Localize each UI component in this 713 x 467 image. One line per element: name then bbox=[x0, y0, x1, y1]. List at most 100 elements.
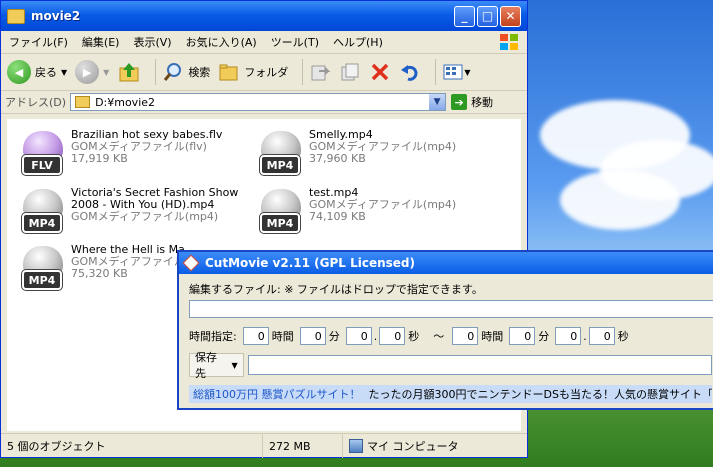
delete-icon bbox=[372, 63, 389, 81]
go-button[interactable]: ➔ 移動 bbox=[451, 94, 493, 110]
time-row: 時間指定: 0 時間 0 分 0 . 0 秒 〜 0 時間 0 分 0 . 0 … bbox=[189, 327, 712, 345]
back-arrow-icon: ◀ bbox=[7, 60, 31, 84]
go-arrow-icon: ➔ bbox=[451, 94, 468, 110]
status-location: マイ コンピュータ bbox=[343, 434, 523, 458]
address-dropdown-icon[interactable]: ▼ bbox=[429, 94, 446, 110]
go-label: 移動 bbox=[471, 96, 494, 109]
menu-bar: ファイル(F) 編集(E) 表示(V) お気に入り(A) ツール(T) ヘルプ(… bbox=[1, 31, 527, 54]
unit-min: 分 bbox=[328, 330, 340, 343]
back-button[interactable]: ◀ 戻る ▼ bbox=[7, 60, 67, 84]
save-dropdown-icon: ▼ bbox=[231, 360, 238, 370]
menu-edit[interactable]: 編集(E) bbox=[82, 34, 120, 50]
start-hour-input[interactable]: 0 bbox=[242, 327, 269, 345]
undo-icon bbox=[401, 65, 418, 81]
folders-label: フォルダ bbox=[244, 66, 289, 79]
file-type: GOMメディアファイル(mp4) bbox=[71, 210, 219, 223]
end-sec-input[interactable]: 0 bbox=[555, 327, 582, 345]
views-dropdown-icon[interactable]: ▼ bbox=[464, 68, 470, 77]
unit-min: 分 bbox=[538, 330, 550, 343]
file-item[interactable]: FLV Brazilian hot sexy babes.flv GOMメディア… bbox=[19, 129, 222, 177]
ad-banner-link[interactable]: 総額100万円 懸賞パズルサイト！ bbox=[193, 386, 361, 402]
move-to-button[interactable] bbox=[309, 61, 331, 83]
save-destination-button[interactable]: 保存先 ▼ bbox=[189, 351, 244, 380]
forward-arrow-icon: ▶ bbox=[75, 60, 100, 84]
folder-icon bbox=[7, 8, 25, 24]
menu-help[interactable]: ヘルプ(H) bbox=[333, 34, 383, 50]
address-bar: アドレス(D) D:¥movie2 ▼ ➔ 移動 bbox=[1, 91, 527, 114]
delete-button[interactable] bbox=[369, 61, 391, 83]
maximize-button[interactable]: □ bbox=[477, 5, 498, 27]
forward-dropdown-icon[interactable]: ▼ bbox=[103, 68, 109, 77]
minimize-button[interactable]: _ bbox=[454, 5, 475, 27]
range-separator: 〜 bbox=[433, 330, 445, 343]
forward-button[interactable]: ▶ ▼ bbox=[75, 60, 109, 84]
close-button[interactable]: ✕ bbox=[500, 5, 521, 27]
toolbar: ◀ 戻る ▼ ▶ ▼ 検索 フォルダ ▼ bbox=[1, 54, 527, 91]
up-folder-icon bbox=[119, 63, 139, 82]
my-computer-icon bbox=[349, 439, 363, 453]
unit-sec: 秒 bbox=[408, 330, 420, 343]
file-item[interactable]: MP4 test.mp4 GOMメディアファイル(mp4) 74,109 KB bbox=[257, 187, 456, 235]
address-value: D:¥movie2 bbox=[95, 95, 156, 109]
file-item[interactable]: MP4 Victoria's Secret Fashion Show 2008 … bbox=[19, 187, 238, 235]
windows-logo-icon bbox=[500, 34, 518, 50]
views-icon bbox=[443, 64, 463, 80]
address-label: アドレス(D) bbox=[5, 96, 67, 109]
gom-mp4-file-icon: MP4 bbox=[19, 244, 67, 292]
cutmovie-window: CutMovie v2.11 (GPL Licensed) 編集するファイル: … bbox=[177, 250, 713, 410]
copy-to-button[interactable] bbox=[339, 61, 361, 83]
gom-mp4-file-icon: MP4 bbox=[19, 187, 67, 235]
save-label: 保存先 bbox=[195, 351, 217, 380]
address-input[interactable]: D:¥movie2 ▼ bbox=[70, 93, 447, 111]
toolbar-separator bbox=[435, 59, 437, 85]
menu-view[interactable]: 表示(V) bbox=[133, 34, 171, 50]
move-to-icon bbox=[311, 65, 331, 81]
file-size: 17,919 KB bbox=[71, 152, 128, 165]
explorer-titlebar[interactable]: movie2 _ □ ✕ bbox=[1, 1, 527, 31]
back-dropdown-icon[interactable]: ▼ bbox=[61, 68, 67, 77]
views-button[interactable]: ▼ bbox=[442, 61, 470, 83]
back-label: 戻る bbox=[35, 66, 57, 79]
file-size: 74,109 KB bbox=[309, 210, 366, 223]
window-title: movie2 bbox=[31, 9, 81, 23]
undo-button[interactable] bbox=[399, 61, 421, 83]
unit-sec: 秒 bbox=[617, 330, 629, 343]
search-icon bbox=[164, 63, 182, 81]
file-drop-label: 編集するファイル: ※ ファイルはドロップで指定できます。 bbox=[189, 283, 483, 296]
save-path-input[interactable] bbox=[247, 355, 712, 375]
gom-mp4-file-icon: MP4 bbox=[257, 187, 305, 235]
up-folder-button[interactable] bbox=[117, 60, 141, 84]
toolbar-separator bbox=[302, 59, 304, 85]
file-input[interactable] bbox=[189, 300, 713, 318]
start-frac-input[interactable]: 0 bbox=[379, 327, 406, 345]
toolbar-separator bbox=[155, 59, 157, 85]
decimal-point: . bbox=[583, 329, 587, 343]
unit-hour: 時間 bbox=[271, 330, 294, 343]
cutmovie-title: CutMovie v2.11 (GPL Licensed) bbox=[205, 256, 415, 270]
status-location-label: マイ コンピュータ bbox=[367, 440, 459, 453]
folders-icon bbox=[219, 64, 238, 81]
cutmovie-titlebar[interactable]: CutMovie v2.11 (GPL Licensed) bbox=[179, 252, 713, 274]
ad-banner-text: たったの月額300円でニンテンドーDSも当たる！人気の懸賞サイト「パクロス bbox=[368, 388, 713, 401]
start-min-input[interactable]: 0 bbox=[299, 327, 326, 345]
folders-button[interactable]: フォルダ bbox=[218, 61, 288, 83]
save-row: 保存先 ▼ bbox=[189, 351, 712, 380]
menu-tools[interactable]: ツール(T) bbox=[271, 34, 319, 50]
unit-hour: 時間 bbox=[481, 330, 504, 343]
file-item[interactable]: MP4 Where the Hell is Ma GOMメディアファイル(m 7… bbox=[19, 244, 200, 292]
time-label: 時間指定: bbox=[189, 330, 237, 343]
decimal-point: . bbox=[373, 329, 378, 343]
menu-file[interactable]: ファイル(F) bbox=[9, 34, 68, 50]
end-hour-input[interactable]: 0 bbox=[452, 327, 479, 345]
cutmovie-app-icon bbox=[182, 254, 200, 272]
gom-mp4-file-icon: MP4 bbox=[257, 129, 305, 177]
ad-banner[interactable]: 総額100万円 懸賞パズルサイト！ たったの月額300円でニンテンドーDSも当た… bbox=[189, 385, 712, 403]
start-sec-input[interactable]: 0 bbox=[345, 327, 372, 345]
search-button[interactable]: 検索 bbox=[162, 61, 210, 83]
status-count: 5 個のオブジェクト bbox=[1, 434, 263, 458]
end-min-input[interactable]: 0 bbox=[509, 327, 536, 345]
menu-favorites[interactable]: お気に入り(A) bbox=[186, 34, 257, 50]
file-size: 37,960 KB bbox=[309, 152, 366, 165]
file-item[interactable]: MP4 Smelly.mp4 GOMメディアファイル(mp4) 37,960 K… bbox=[257, 129, 456, 177]
end-frac-input[interactable]: 0 bbox=[588, 327, 615, 345]
